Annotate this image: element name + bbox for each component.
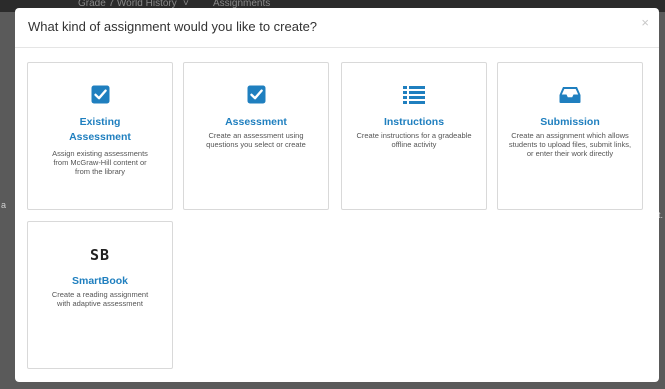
card-title: Assessment <box>225 116 287 128</box>
checkbox-icon <box>184 85 328 107</box>
existing-assessment-card[interactable]: Existing Assessment Assign existing asse… <box>27 62 173 210</box>
card-title: Instructions <box>383 116 445 128</box>
background-text-left: a <box>1 200 7 210</box>
card-description: Create an assignment which allows studen… <box>508 131 632 158</box>
instructions-card[interactable]: Instructions Create instructions for a g… <box>341 62 487 210</box>
smartbook-card[interactable]: SB SmartBook Create a reading assignment… <box>27 221 173 369</box>
card-title: SmartBook <box>71 275 128 287</box>
inbox-tray-icon <box>498 85 642 107</box>
card-description: Create instructions for a gradeable offl… <box>356 131 472 149</box>
card-title: Existing Assessment <box>69 116 131 143</box>
card-description: Assign existing assessments from McGraw-… <box>52 149 148 176</box>
card-title: Submission <box>540 116 600 128</box>
assessment-card[interactable]: Assessment Create an assessment using qu… <box>183 62 329 210</box>
create-assignment-modal: What kind of assignment would you like t… <box>15 8 659 382</box>
card-description: Create an assessment using questions you… <box>206 131 306 149</box>
card-description: Create a reading assignment with adaptiv… <box>51 290 149 308</box>
modal-header: What kind of assignment would you like t… <box>15 8 659 48</box>
smartbook-logo-icon: SB <box>28 244 172 266</box>
list-icon <box>342 85 486 107</box>
smartbook-logo-text: SB <box>89 246 111 264</box>
modal-title: What kind of assignment would you like t… <box>28 19 318 34</box>
close-button[interactable]: × <box>641 16 649 29</box>
checkbox-icon <box>28 85 172 107</box>
submission-card[interactable]: Submission Create an assignment which al… <box>497 62 643 210</box>
